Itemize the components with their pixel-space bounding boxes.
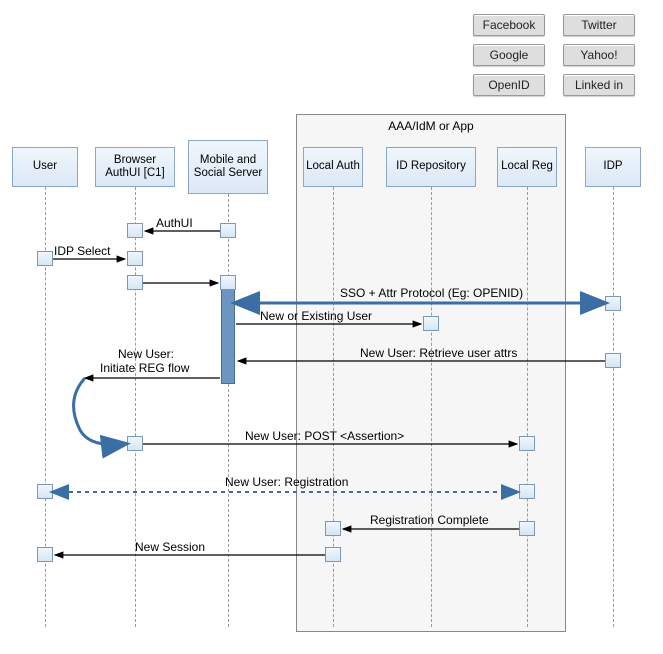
lifeline-idp — [613, 187, 614, 627]
node — [605, 296, 621, 311]
idp-button-openid[interactable]: OpenID — [473, 74, 545, 96]
node — [325, 521, 341, 536]
node — [519, 521, 535, 536]
activation-server — [221, 282, 235, 384]
node — [127, 436, 143, 451]
lifeline-localreg — [527, 187, 528, 627]
idp-button-google[interactable]: Google — [473, 44, 545, 66]
lifeline-idrepo — [431, 187, 432, 627]
container-label: AAA/IdM or App — [297, 119, 565, 133]
participant-idrepo: ID Repository — [386, 147, 476, 187]
participant-idp: IDP — [585, 147, 641, 187]
label: IDP — [603, 160, 622, 173]
participant-server: Mobile and Social Server — [188, 140, 268, 194]
node — [127, 275, 143, 290]
node — [220, 223, 236, 238]
label: Local Auth — [306, 160, 360, 173]
msg-post: New User: POST <Assertion> — [245, 429, 404, 443]
participant-browser: Browser AuthUI [C1] — [95, 147, 175, 187]
label: Facebook — [483, 18, 536, 32]
msg-initiate-1: New User: — [118, 347, 174, 361]
node — [127, 223, 143, 238]
participant-user: User — [12, 147, 78, 187]
label: Twitter — [581, 18, 616, 32]
msg-idpselect: IDP Select — [54, 244, 110, 258]
node — [127, 251, 143, 266]
msg-registration: New User: Registration — [225, 475, 348, 489]
node — [519, 436, 535, 451]
node — [519, 484, 535, 499]
msg-newexist: New or Existing User — [260, 309, 372, 323]
label: Linked in — [575, 78, 623, 92]
msg-authui: AuthUI — [156, 216, 193, 230]
label: ID Repository — [396, 160, 466, 173]
node — [220, 275, 236, 290]
idp-button-facebook[interactable]: Facebook — [473, 14, 545, 36]
label: Local Reg — [501, 160, 553, 173]
node — [37, 484, 53, 499]
idp-button-linkedin[interactable]: Linked in — [563, 74, 635, 96]
lifeline-server — [228, 194, 229, 627]
label: Yahoo! — [580, 48, 617, 62]
msg-sso: SSO + Attr Protocol (Eg: OPENID) — [340, 286, 523, 300]
label: Browser AuthUI [C1] — [98, 154, 172, 180]
label: Mobile and Social Server — [191, 154, 265, 180]
node — [423, 316, 439, 331]
node — [325, 547, 341, 562]
label: User — [33, 160, 57, 173]
idp-button-yahoo[interactable]: Yahoo! — [563, 44, 635, 66]
node — [37, 547, 53, 562]
participant-localreg: Local Reg — [497, 147, 557, 187]
msg-regcomplete: Registration Complete — [370, 513, 489, 527]
node — [37, 251, 53, 266]
msg-initiate-2: Initiate REG flow — [100, 361, 189, 375]
label: OpenID — [488, 78, 529, 92]
msg-newsession: New Session — [135, 540, 205, 554]
participant-localauth: Local Auth — [303, 147, 363, 187]
idp-button-twitter[interactable]: Twitter — [563, 14, 635, 36]
node — [605, 353, 621, 368]
msg-retrieve: New User: Retrieve user attrs — [360, 346, 517, 360]
label: Google — [490, 48, 529, 62]
